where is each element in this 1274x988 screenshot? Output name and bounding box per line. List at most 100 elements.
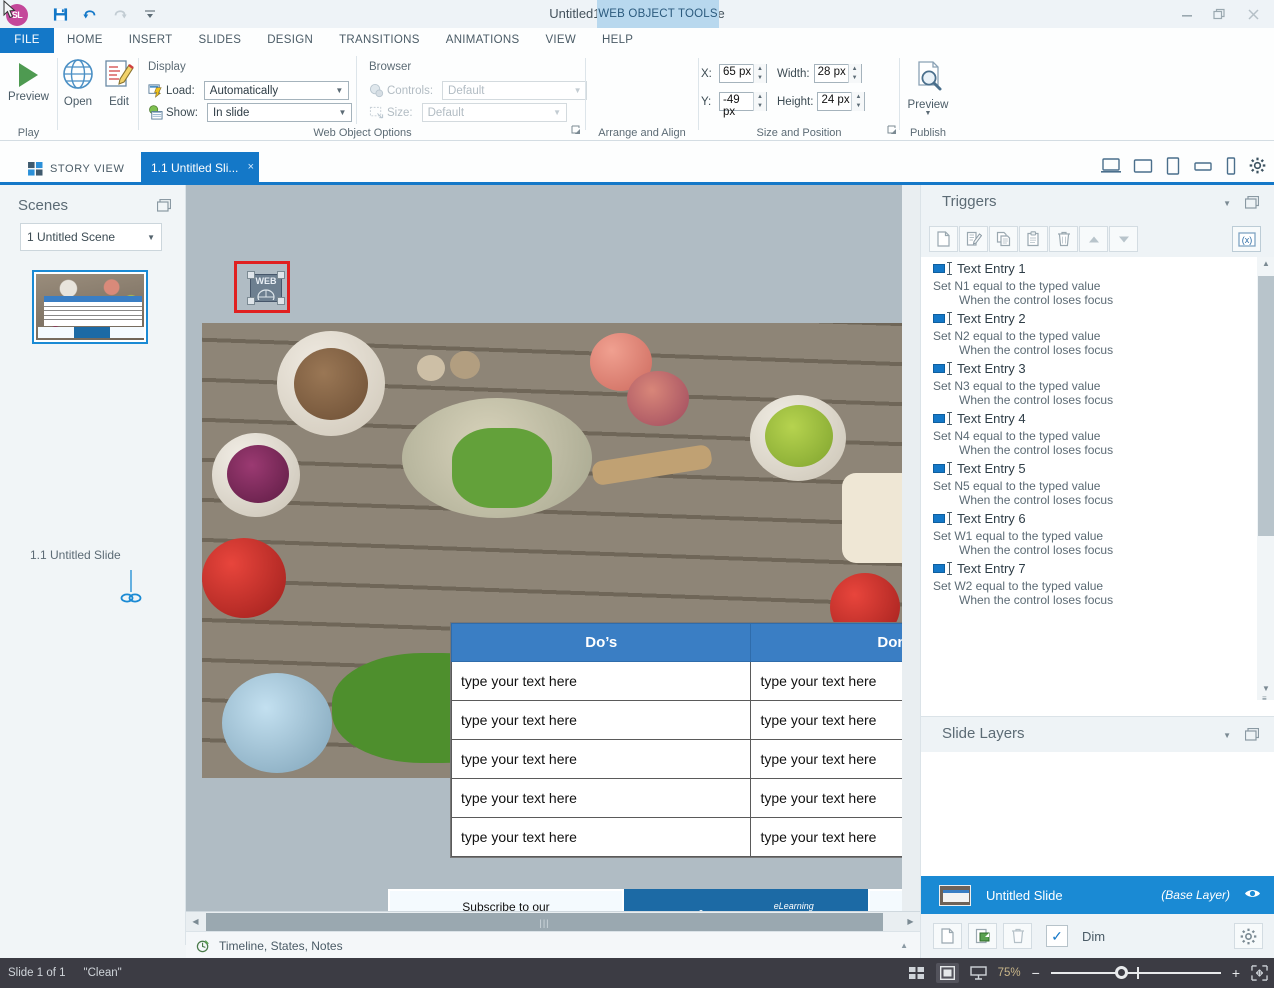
triggers-panel-collapse-icon[interactable] [1245, 196, 1259, 212]
trigger-header[interactable]: Text Entry 4 [933, 411, 1257, 426]
view-slide-icon[interactable] [936, 963, 959, 983]
edit-trigger-button[interactable] [959, 226, 988, 252]
table-cell-dos[interactable]: type your text here [452, 779, 751, 818]
size-position-dialog-launcher[interactable] [887, 125, 897, 137]
trigger-item[interactable]: Text Entry 4 Set N4 equal to the typed v… [921, 407, 1257, 457]
tab-slide-1-1[interactable]: 1.1 Untitled Sli... × [141, 152, 259, 185]
save-icon[interactable] [50, 4, 70, 24]
triggers-scroll-thumb[interactable] [1258, 276, 1274, 536]
publish-preview-button[interactable]: Preview ▼ [900, 57, 956, 116]
publish-preview-chevron-down-icon[interactable]: ▼ [900, 111, 956, 116]
slide-layers-collapse-icon[interactable] [1245, 728, 1259, 744]
tab-story-view[interactable]: STORY VIEW [28, 152, 124, 185]
size-dropdown[interactable]: Default ▼ [422, 103, 567, 122]
menu-item-slides[interactable]: SLIDES [185, 28, 254, 53]
fit-to-window-icon[interactable] [1251, 965, 1268, 981]
undo-icon[interactable] [80, 4, 100, 24]
scroll-up-icon[interactable]: ▲ [1259, 259, 1273, 273]
trigger-item[interactable]: Text Entry 5 Set N5 equal to the typed v… [921, 457, 1257, 507]
zoom-in-button[interactable]: + [1232, 965, 1240, 981]
x-stepper[interactable]: ▲▼ [753, 64, 766, 83]
move-trigger-up-button[interactable] [1079, 226, 1108, 252]
device-phone-portrait-icon[interactable] [1225, 157, 1237, 178]
menu-item-design[interactable]: DESIGN [254, 28, 326, 53]
trigger-header[interactable]: Text Entry 2 [933, 311, 1257, 326]
new-layer-button[interactable] [933, 923, 962, 949]
copy-trigger-button[interactable] [989, 226, 1018, 252]
table-cell-dos[interactable]: type your text here [452, 818, 751, 857]
zoom-out-button[interactable]: − [1032, 965, 1040, 981]
eye-visibility-icon[interactable] [1244, 888, 1261, 902]
triggers-scrollbar[interactable]: ▲ ≡ ▼ [1257, 257, 1274, 700]
resize-handle-se[interactable] [277, 297, 285, 305]
menu-item-transitions[interactable]: TRANSITIONS [326, 28, 433, 53]
slide-layers-list[interactable] [921, 752, 1274, 880]
menu-item-help[interactable]: HELP [589, 28, 646, 53]
trigger-header[interactable]: Text Entry 5 [933, 461, 1257, 476]
delete-layer-button[interactable] [1003, 923, 1032, 949]
trigger-item[interactable]: Text Entry 6 Set W1 equal to the typed v… [921, 507, 1257, 557]
trigger-item[interactable]: Text Entry 1 Set N1 equal to the typed v… [921, 257, 1257, 307]
new-trigger-button[interactable] [929, 226, 958, 252]
open-button[interactable]: Open [58, 57, 98, 108]
height-input[interactable]: 24 px ▲▼ [817, 92, 865, 111]
zoom-slider-handle[interactable] [1115, 966, 1128, 979]
triggers-list[interactable]: Text Entry 1 Set N1 equal to the typed v… [921, 257, 1257, 700]
trigger-header[interactable]: Text Entry 3 [933, 361, 1257, 376]
table-cell-dos[interactable]: type your text here [452, 662, 751, 701]
duplicate-layer-button[interactable] [968, 923, 997, 949]
menu-item-animations[interactable]: ANIMATIONS [433, 28, 533, 53]
chevron-down-icon[interactable]: ▼ [1223, 731, 1231, 740]
y-stepper[interactable]: ▲▼ [753, 92, 766, 111]
table-cell-dos[interactable]: type your text here [452, 701, 751, 740]
controls-dropdown[interactable]: Default ▼ [442, 81, 587, 100]
view-normal-grid-icon[interactable] [909, 966, 925, 980]
view-presenter-icon[interactable] [970, 966, 987, 980]
chevron-down-icon[interactable]: ▼ [1223, 199, 1231, 208]
scroll-down-icon[interactable]: ▼ [1259, 684, 1273, 698]
show-dropdown[interactable]: In slide ▼ [207, 103, 352, 122]
slide-thumbnail[interactable] [32, 270, 148, 344]
dim-checkbox[interactable]: ✓ [1046, 925, 1068, 947]
y-input[interactable]: -49 px ▲▼ [719, 92, 767, 111]
device-tablet-landscape-icon[interactable] [1133, 158, 1153, 177]
close-button[interactable] [1240, 2, 1266, 26]
close-icon[interactable]: × [248, 151, 254, 184]
canvas-horizontal-scrollbar[interactable]: ◀ ||| ▶ [186, 911, 920, 931]
scroll-right-icon[interactable]: ▶ [901, 913, 920, 931]
width-input[interactable]: 28 px ▲▼ [814, 64, 862, 83]
trigger-item[interactable]: Text Entry 2 Set N2 equal to the typed v… [921, 307, 1257, 357]
preview-button[interactable]: Preview [0, 57, 57, 103]
manage-variables-button[interactable]: (x) [1232, 226, 1261, 252]
table-cell-dos[interactable]: type your text here [452, 740, 751, 779]
resize-handle-nw[interactable] [247, 271, 255, 279]
restore-button[interactable] [1207, 2, 1233, 26]
width-stepper[interactable]: ▲▼ [848, 64, 861, 83]
customize-qat-icon[interactable] [140, 4, 160, 24]
layer-properties-gear-icon[interactable] [1234, 923, 1263, 949]
resize-handle-sw[interactable] [247, 297, 255, 305]
canvas-vertical-scrollbar[interactable] [902, 185, 920, 911]
timeline-states-notes-bar[interactable]: Timeline, States, Notes ▲ [186, 931, 920, 959]
scroll-left-icon[interactable]: ◀ [186, 913, 205, 931]
slide-canvas[interactable]: WEB [186, 185, 920, 911]
scene-dropdown[interactable]: 1 Untitled Scene ▼ [20, 223, 162, 251]
zoom-slider[interactable] [1051, 966, 1221, 980]
trigger-item[interactable]: Text Entry 7 Set W2 equal to the typed v… [921, 557, 1257, 607]
move-trigger-down-button[interactable] [1109, 226, 1138, 252]
x-input[interactable]: 65 px ▲▼ [719, 64, 767, 83]
menu-item-insert[interactable]: INSERT [116, 28, 186, 53]
menu-item-view[interactable]: VIEW [532, 28, 589, 53]
trigger-header[interactable]: Text Entry 1 [933, 261, 1257, 276]
resize-handle-ne[interactable] [277, 271, 285, 279]
height-stepper[interactable]: ▲▼ [851, 92, 864, 111]
device-desktop-icon[interactable] [1101, 158, 1121, 177]
layer-item-base[interactable]: Untitled Slide (Base Layer) [921, 876, 1274, 914]
player-settings-gear-icon[interactable] [1249, 157, 1266, 177]
web-object-options-dialog-launcher[interactable] [571, 125, 581, 137]
web-object-placeholder[interactable]: WEB [250, 274, 282, 302]
menu-item-file[interactable]: FILE [0, 28, 54, 53]
redo-icon[interactable] [110, 4, 130, 24]
minimize-button[interactable] [1174, 2, 1200, 26]
trigger-header[interactable]: Text Entry 6 [933, 511, 1257, 526]
